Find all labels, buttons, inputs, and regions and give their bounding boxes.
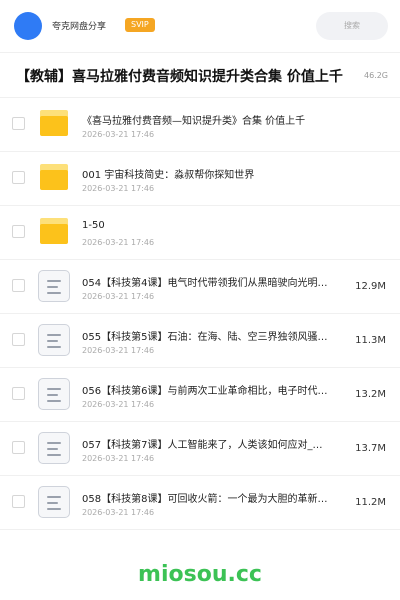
select-checkbox[interactable] — [12, 387, 25, 400]
list-item[interactable]: 001 宇宙科技简史：淼叔帮你探知世界 2026-03-21 17:46 — [0, 152, 400, 206]
file-name: 058【科技第8课】可回收火箭：一个最为大胆的革新… — [82, 494, 328, 505]
file-name: 057【科技第7课】人工智能来了，人类该如何应对_… — [82, 440, 323, 451]
user-name: 夸克网盘分享 — [52, 22, 107, 32]
list-item[interactable]: 054【科技第4课】电气时代带领我们从黑暗驶向光明… 2026-03-21 17… — [0, 260, 400, 314]
file-date: 2026-03-21 17:46 — [82, 508, 155, 517]
share-title-bar: 【教辅】喜马拉雅付费音频知识提升类合集 价值上千 46.2G — [0, 52, 400, 98]
select-checkbox[interactable] — [12, 117, 25, 130]
watermark: miosou.cc — [138, 562, 262, 587]
file-size: 11.3M — [355, 335, 386, 346]
file-size: 11.2M — [355, 497, 386, 508]
list-item[interactable]: 058【科技第8课】可回收火箭：一个最为大胆的革新… 2026-03-21 17… — [0, 476, 400, 530]
select-checkbox[interactable] — [12, 225, 25, 238]
select-checkbox[interactable] — [12, 279, 25, 292]
select-checkbox[interactable] — [12, 441, 25, 454]
folder-icon — [38, 162, 70, 194]
file-name: 055【科技第5课】石油：在海、陆、空三界独领风骚… — [82, 332, 328, 343]
document-icon — [38, 378, 70, 410]
file-date: 2026-03-21 17:46 — [82, 346, 155, 355]
folder-icon — [38, 108, 70, 140]
list-item[interactable]: 1-50 2026-03-21 17:46 — [0, 206, 400, 260]
avatar[interactable] — [14, 12, 42, 40]
document-icon — [38, 270, 70, 302]
file-size: 13.7M — [355, 443, 386, 454]
file-name: 001 宇宙科技简史：淼叔帮你探知世界 — [82, 170, 255, 181]
list-item[interactable]: 057【科技第7课】人工智能来了，人类该如何应对_… 2026-03-21 17… — [0, 422, 400, 476]
folder-icon — [38, 216, 70, 248]
file-size: 13.2M — [355, 389, 386, 400]
page-title: 【教辅】喜马拉雅付费音频知识提升类合集 价值上千 — [16, 69, 343, 85]
file-date: 2026-03-21 17:46 — [82, 238, 155, 247]
select-checkbox[interactable] — [12, 171, 25, 184]
file-name: 1-50 — [82, 220, 105, 231]
file-name: 《喜马拉雅付费音频—知识提升类》合集 价值上千 — [82, 116, 306, 127]
select-checkbox[interactable] — [12, 333, 25, 346]
list-item[interactable]: 056【科技第6课】与前两次工业革命相比，电子时代… 2026-03-21 17… — [0, 368, 400, 422]
file-name: 054【科技第4课】电气时代带领我们从黑暗驶向光明… — [82, 278, 328, 289]
total-size: 46.2G — [361, 71, 388, 80]
select-checkbox[interactable] — [12, 495, 25, 508]
file-date: 2026-03-21 17:46 — [82, 400, 155, 409]
list-item[interactable]: 《喜马拉雅付费音频—知识提升类》合集 价值上千 2026-03-21 17:46 — [0, 98, 400, 152]
document-icon — [38, 432, 70, 464]
file-size: 12.9M — [355, 281, 386, 292]
file-date: 2026-03-21 17:46 — [82, 130, 155, 139]
file-name: 056【科技第6课】与前两次工业革命相比，电子时代… — [82, 386, 328, 397]
file-date: 2026-03-21 17:46 — [82, 292, 155, 301]
document-icon — [38, 486, 70, 518]
file-date: 2026-03-21 17:46 — [82, 454, 155, 463]
list-item[interactable]: 055【科技第5课】石油：在海、陆、空三界独领风骚… 2026-03-21 17… — [0, 314, 400, 368]
svip-badge: SVIP — [125, 18, 155, 32]
document-icon — [38, 324, 70, 356]
file-date: 2026-03-21 17:46 — [82, 184, 155, 193]
search-input[interactable]: 搜索 — [316, 12, 388, 40]
app-header: 夸克网盘分享 SVIP 搜索 — [0, 0, 400, 52]
file-list: 《喜马拉雅付费音频—知识提升类》合集 价值上千 2026-03-21 17:46… — [0, 98, 400, 530]
